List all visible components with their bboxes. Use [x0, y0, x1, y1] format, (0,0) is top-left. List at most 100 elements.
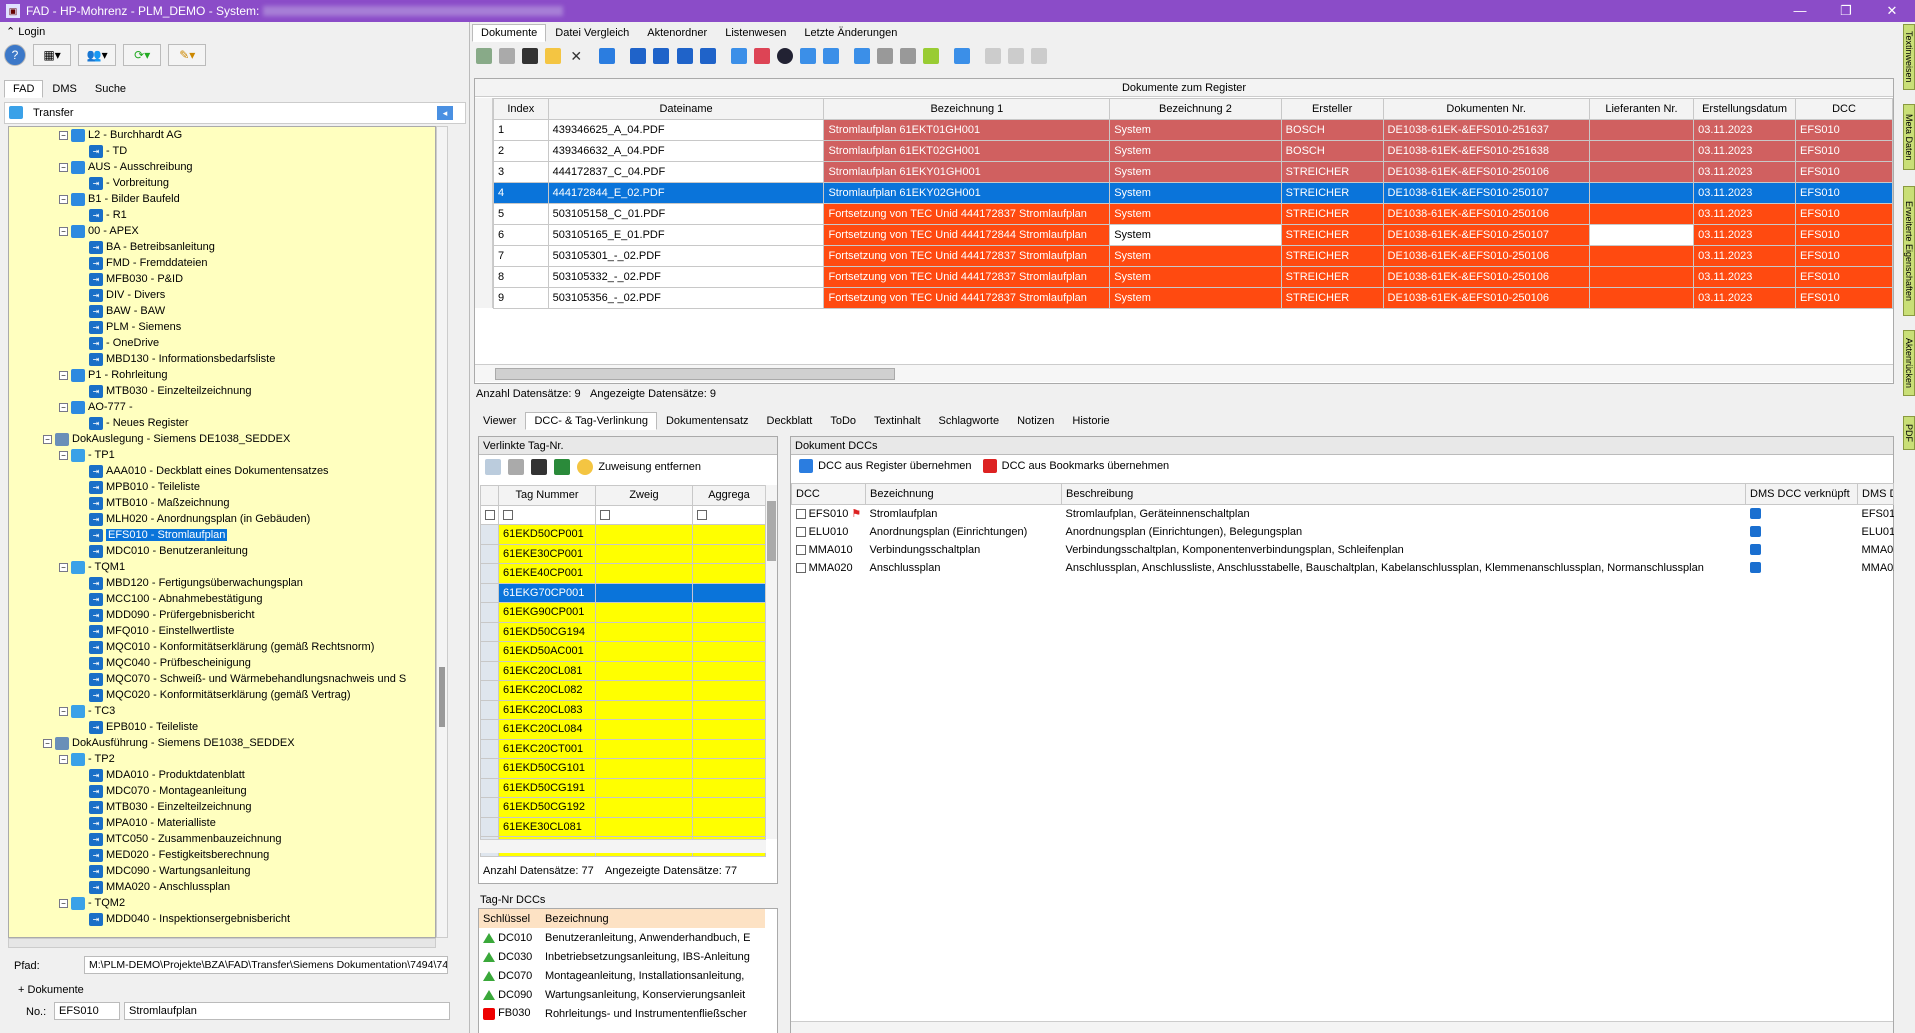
row-selector[interactable]	[480, 582, 499, 603]
row-selector[interactable]	[480, 621, 499, 642]
tree-node[interactable]: ⇥ PLM - Siemens	[75, 319, 181, 335]
tree-node[interactable]: − - TP2	[59, 751, 115, 767]
filter-icon[interactable]	[476, 48, 492, 64]
grid-icon[interactable]	[1008, 48, 1025, 64]
tree-node[interactable]: − DokAuslegung - Siemens DE1038_SEDDEX	[43, 431, 290, 447]
tagdcc-row[interactable]: DC010 Benutzeranleitung, Anwenderhandbuch…	[479, 928, 765, 947]
delete-icon[interactable]: ✕	[568, 48, 584, 64]
collapse-toggle-icon[interactable]: −	[43, 738, 52, 748]
tree-node[interactable]: ⇥ MLH020 - Anordnungsplan (in Gebäuden)	[75, 511, 310, 527]
top-tab[interactable]: Aktenordner	[638, 24, 716, 42]
no-field[interactable]: EFS010	[54, 1002, 120, 1020]
row-checkbox[interactable]	[795, 544, 806, 555]
tree-node[interactable]: − B1 - Bilder Baufeld	[59, 191, 180, 207]
pfad-field[interactable]: M:\PLM-DEMO\Projekte\BZA\FAD\Transfer\Si…	[84, 956, 448, 974]
filter-cell[interactable]	[692, 504, 766, 525]
row-checkbox[interactable]	[795, 562, 806, 573]
tree-node[interactable]: ⇥ EFS010 - Stromlaufplan	[75, 527, 228, 543]
tree-node[interactable]: ⇥ - Neues Register	[75, 415, 189, 431]
tree-scroll-thumb[interactable]	[439, 667, 445, 727]
tree-node[interactable]: ⇥ MDC070 - Montageanleitung	[75, 783, 247, 799]
filter-cell[interactable]	[498, 504, 596, 525]
top-tab[interactable]: Letzte Änderungen	[795, 24, 906, 42]
restore-button[interactable]: ❐	[1823, 0, 1869, 22]
column-header[interactable]: Index	[493, 98, 549, 120]
collapse-toggle-icon[interactable]: −	[59, 706, 68, 716]
move-up-icon[interactable]	[653, 48, 670, 64]
tag-row[interactable]: 61EKD50CG194	[480, 621, 766, 642]
filter-cell[interactable]	[595, 504, 693, 525]
remove-assignment-button[interactable]: Zuweisung entfernen	[598, 461, 701, 473]
tag-row[interactable]: 61EKD50AC001	[480, 641, 766, 662]
unlink-icon[interactable]	[577, 459, 594, 475]
dcc-column-header[interactable]: Bezeichnung	[865, 483, 1062, 505]
tag-row[interactable]: 61EKD50CG192	[480, 797, 766, 818]
bottom-tab[interactable]: Notizen	[1008, 412, 1063, 430]
tree-node[interactable]: ⇥ MTB030 - Einzelteilzeichnung	[75, 799, 252, 815]
bottom-tab[interactable]: ToDo	[821, 412, 865, 430]
table-row[interactable]: 6 503105165_E_01.PDF Fortsetzung von TEC U…	[493, 224, 1893, 246]
tree-node[interactable]: ⇥ MED020 - Festigkeitsberechnung	[75, 847, 269, 863]
collapse-toggle-icon[interactable]: −	[59, 754, 68, 764]
collapse-toggle-icon[interactable]: −	[43, 434, 52, 444]
filter-cell[interactable]	[480, 504, 499, 525]
collapse-toggle-icon[interactable]: −	[59, 450, 68, 460]
tree-node[interactable]: ⇥ MBD120 - Fertigungsüberwachungsplan	[75, 575, 303, 591]
tag-row[interactable]: 61EKE30CL081	[480, 816, 766, 837]
excel-icon[interactable]	[554, 459, 571, 475]
tree-node[interactable]: ⇥ MTC050 - Zusammenbauzeichnung	[75, 831, 281, 847]
row-selector[interactable]	[480, 641, 499, 662]
tree-scrollbar[interactable]	[436, 126, 448, 938]
tools-icon[interactable]: ✎▾	[168, 44, 207, 66]
tag-row[interactable]: 61EKC20CL081	[480, 660, 766, 681]
export-icon[interactable]	[799, 48, 816, 64]
row-selector-header[interactable]	[480, 485, 499, 506]
column-header[interactable]: Dateiname	[547, 98, 825, 120]
new-document-icon[interactable]	[545, 48, 562, 64]
tag-column-header[interactable]: Aggrega	[692, 485, 766, 506]
row-selector-column[interactable]	[475, 98, 493, 308]
tree-node[interactable]: ⇥ MPB010 - Teileliste	[75, 479, 200, 495]
side-tab[interactable]: Erweiterte Eigenschaften	[1903, 186, 1915, 316]
copy-icon[interactable]	[985, 48, 1002, 64]
collapse-panel-button[interactable]: ◂	[437, 106, 453, 120]
tree-node[interactable]: ⇥ MDD090 - Prüfergebnisbericht	[75, 607, 255, 623]
bottom-tab[interactable]: Historie	[1063, 412, 1118, 430]
tree-node[interactable]: − DokAusführung - Siemens DE1038_SEDDEX	[43, 735, 295, 751]
side-tab[interactable]: Aktenrücken	[1903, 330, 1915, 396]
column-header[interactable]: Erstellungsdatum	[1693, 98, 1797, 120]
top-tab[interactable]: Listenwesen	[716, 24, 795, 42]
mail-icon[interactable]	[923, 48, 940, 64]
row-selector[interactable]	[480, 524, 499, 545]
tab-fad[interactable]: FAD	[4, 80, 44, 98]
tag-row[interactable]: 61EKC20CT001	[480, 738, 766, 759]
tree-node[interactable]: ⇥ MQC070 - Schweiß- und Wärmebehandlungsn…	[75, 671, 406, 687]
column-header[interactable]: Dokumenten Nr.	[1382, 98, 1590, 120]
tree-hscrollbar[interactable]	[8, 938, 436, 948]
refresh-icon[interactable]: ⟳▾	[123, 44, 162, 66]
tree-node[interactable]: ⇥ DIV - Divers	[75, 287, 165, 303]
row-selector[interactable]	[480, 699, 499, 720]
collapse-toggle-icon[interactable]: −	[59, 226, 68, 236]
tree-node[interactable]: ⇥ MDC010 - Benutzeranleitung	[75, 543, 248, 559]
tagdcc-column-header[interactable]: Schlüssel	[479, 909, 541, 928]
tree-node[interactable]: ⇥ MMA020 - Anschlussplan	[75, 879, 230, 895]
import-icon[interactable]	[822, 48, 839, 64]
column-header[interactable]: Bezeichnung 1	[823, 98, 1111, 120]
dcc-row[interactable]: EFS010 ⚑ Stromlaufplan Stromlaufplan, Gerä…	[792, 505, 1894, 523]
tag-column-header[interactable]: Zweig	[595, 485, 693, 506]
dcc-column-header[interactable]: DCC	[791, 483, 866, 505]
users-icon[interactable]: 👥▾	[78, 44, 117, 66]
tree-node[interactable]: − - TQM2	[59, 895, 125, 911]
tag-row[interactable]: 61EKC20CL083	[480, 699, 766, 720]
tree-node[interactable]: ⇥ - R1	[75, 207, 127, 223]
tag-row[interactable]: 61EKE40CP001	[480, 563, 766, 584]
grid-hscrollbar[interactable]	[475, 364, 1893, 382]
dokumente-section[interactable]: + Dokumente	[18, 984, 84, 996]
close-button[interactable]: ✕	[1869, 0, 1915, 22]
folder-icon[interactable]	[522, 48, 539, 64]
row-selector[interactable]	[480, 758, 499, 779]
tree-node[interactable]: − AUS - Ausschreibung	[59, 159, 193, 175]
dms-linked-checkbox[interactable]	[1746, 505, 1858, 523]
tag-row[interactable]: 61EKD50CG191	[480, 777, 766, 798]
